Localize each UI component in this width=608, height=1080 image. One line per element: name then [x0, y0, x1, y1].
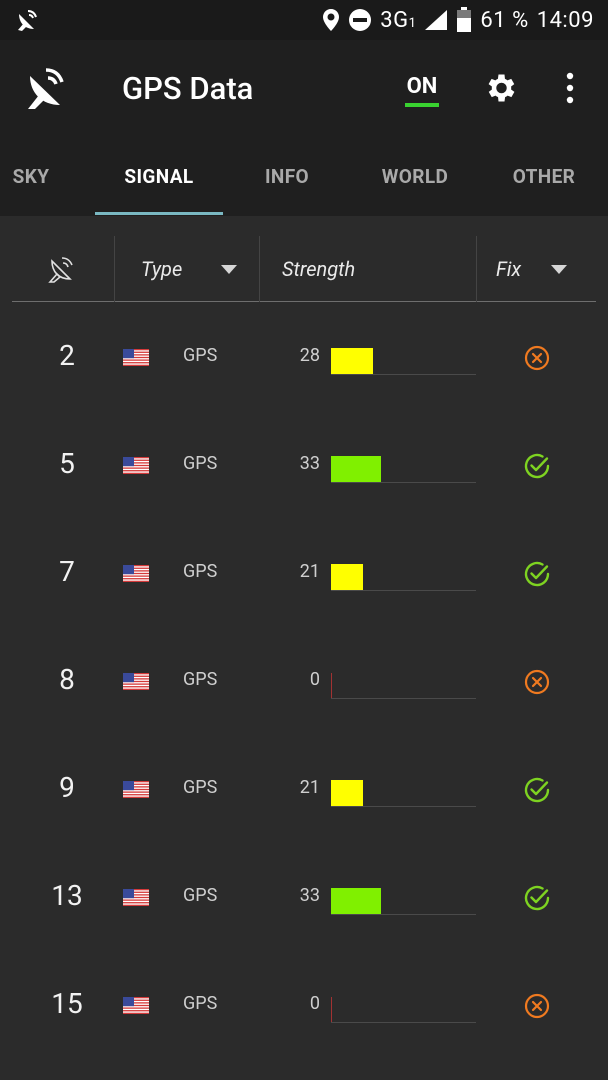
- satellite-dish-icon: [48, 257, 73, 283]
- signal-bar-track: [331, 1022, 476, 1023]
- battery-icon: [457, 7, 472, 32]
- signal-bar: [331, 456, 381, 482]
- close-circle-icon: [522, 667, 552, 697]
- tab-info[interactable]: INFO: [224, 136, 350, 216]
- satellite-prn: 5: [59, 447, 75, 480]
- signal-bar-track: [331, 374, 476, 375]
- table-row[interactable]: 8 GPS 0: [0, 627, 608, 735]
- chevron-down-icon: [551, 265, 567, 274]
- satellite-type: GPS: [183, 777, 218, 798]
- signal-bar-track: [331, 590, 476, 591]
- satellite-prn: 7: [59, 555, 75, 588]
- gps-on-toggle[interactable]: ON: [405, 74, 439, 107]
- tab-other[interactable]: OTHER: [480, 136, 608, 216]
- active-tab-indicator: [95, 212, 223, 215]
- us-flag-icon: [123, 997, 149, 1014]
- satellite-type: GPS: [183, 993, 218, 1014]
- satellite-type: GPS: [183, 453, 218, 474]
- check-circle-icon: [522, 559, 552, 589]
- clock: 14:09: [536, 7, 594, 33]
- type-header-label: Type: [141, 257, 183, 281]
- fix-column-header[interactable]: Fix: [476, 236, 596, 302]
- gear-icon[interactable]: [482, 70, 518, 106]
- toggle-label: ON: [406, 74, 438, 99]
- table-row[interactable]: 13 GPS 33: [0, 843, 608, 951]
- check-circle-icon: [522, 775, 552, 805]
- signal-bar-empty: [331, 997, 332, 1022]
- satellite-type: GPS: [183, 885, 218, 906]
- more-options-icon[interactable]: [562, 70, 578, 106]
- close-circle-icon: [522, 991, 552, 1021]
- table-row[interactable]: 5 GPS 33: [0, 411, 608, 519]
- satellite-dish-icon: [16, 8, 42, 32]
- signal-bar-track: [331, 806, 476, 807]
- toggle-indicator: [405, 103, 439, 107]
- signal-strength-value: 33: [299, 885, 320, 906]
- table-header: Type Strength Fix: [12, 236, 596, 302]
- signal-strength-value: 33: [299, 453, 320, 474]
- signal-strength-value: 0: [309, 669, 320, 690]
- us-flag-icon: [123, 889, 149, 906]
- signal-strength-value: 21: [299, 777, 320, 798]
- satellite-prn: 13: [51, 879, 83, 912]
- signal-bar-track: [331, 698, 476, 699]
- tab-bar: SKY SIGNAL INFO WORLD OTHER: [0, 136, 608, 216]
- status-bar: 3G1 61 % 14:09: [0, 0, 608, 40]
- status-icons: 3G1 61 % 14:09: [322, 7, 594, 33]
- satellite-type: GPS: [183, 669, 218, 690]
- location-icon: [323, 9, 340, 31]
- type-column-header[interactable]: Type: [114, 236, 259, 302]
- tab-signal[interactable]: SIGNAL: [95, 136, 223, 216]
- tab-sky[interactable]: SKY: [0, 136, 62, 216]
- satellite-prn: 15: [51, 987, 83, 1020]
- signal-bar-track: [331, 482, 476, 483]
- satellite-type: GPS: [183, 561, 218, 582]
- check-circle-icon: [522, 883, 552, 913]
- signal-bar: [331, 348, 373, 374]
- app-title: GPS Data: [122, 70, 254, 107]
- satellite-prn: 2: [59, 339, 75, 372]
- chevron-down-icon: [221, 265, 237, 274]
- network-type: 3G1: [380, 7, 417, 33]
- us-flag-icon: [123, 349, 149, 366]
- signal-strength-value: 21: [299, 561, 320, 582]
- table-row[interactable]: 2 GPS 28: [0, 303, 608, 411]
- signal-bar-track: [331, 914, 476, 915]
- us-flag-icon: [123, 781, 149, 798]
- signal-strength-value: 28: [299, 345, 320, 366]
- us-flag-icon: [123, 457, 149, 474]
- table-row[interactable]: 7 GPS 21: [0, 519, 608, 627]
- table-row[interactable]: 15 GPS 0: [0, 951, 608, 1059]
- strength-column-header[interactable]: Strength: [259, 236, 476, 302]
- satellite-prn: 9: [59, 771, 75, 804]
- satellite-prn: 8: [59, 663, 75, 696]
- signal-bar: [331, 780, 363, 806]
- strength-header-label: Strength: [282, 257, 356, 281]
- do-not-disturb-icon: [349, 9, 372, 31]
- signal-icon: [425, 10, 448, 30]
- signal-bar-empty: [331, 673, 332, 698]
- us-flag-icon: [123, 565, 149, 582]
- check-circle-icon: [522, 451, 552, 481]
- satellite-dish-logo-icon: [28, 68, 64, 109]
- battery-level: 61 %: [480, 7, 529, 33]
- fix-header-label: Fix: [496, 257, 522, 281]
- signal-bar: [331, 564, 363, 590]
- table-row[interactable]: 9 GPS 21: [0, 735, 608, 843]
- signal-bar: [331, 888, 381, 914]
- satellite-type: GPS: [183, 345, 218, 366]
- sort-by-satellite[interactable]: [12, 236, 114, 302]
- signal-strength-value: 0: [309, 993, 320, 1014]
- us-flag-icon: [123, 673, 149, 690]
- close-circle-icon: [522, 343, 552, 373]
- app-bar: GPS Data ON: [0, 40, 608, 136]
- tab-world[interactable]: WORLD: [352, 136, 478, 216]
